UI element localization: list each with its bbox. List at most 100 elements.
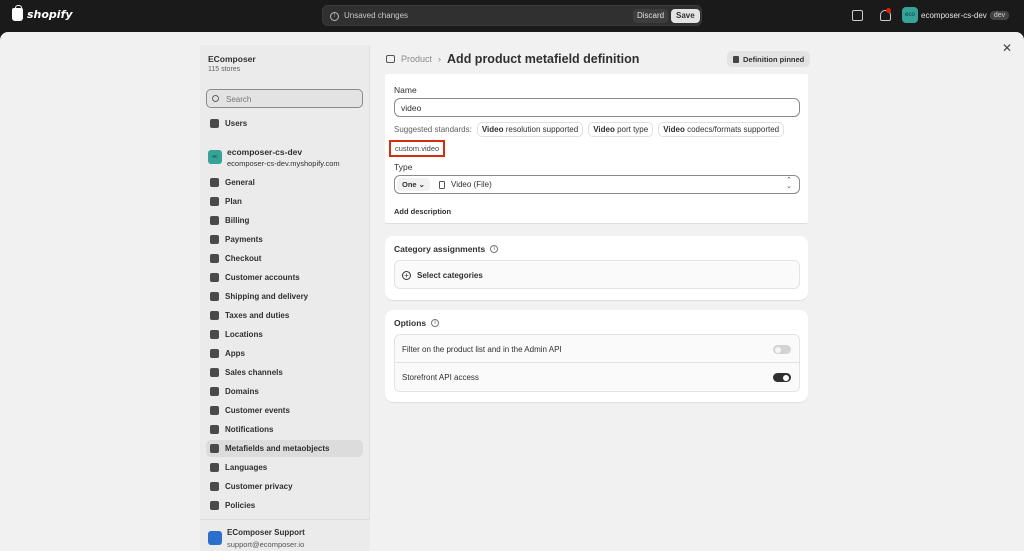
sidebar-item-label: Users bbox=[225, 119, 248, 128]
sidebar-item-locations[interactable]: Locations bbox=[206, 326, 363, 343]
add-description-button[interactable]: Add description bbox=[394, 207, 451, 216]
select-categories-button[interactable]: + Select categories bbox=[394, 260, 800, 289]
options-card: Options i Filter on the product list and… bbox=[385, 310, 808, 402]
brand-wordmark: shopify bbox=[27, 8, 73, 21]
select-arrows-icon: ⌃ ⌄ bbox=[786, 177, 792, 190]
sidebar-item-policies[interactable]: Policies bbox=[206, 497, 363, 514]
storefront-api-toggle[interactable] bbox=[773, 373, 791, 382]
suggestion-chip[interactable]: Video port type bbox=[588, 122, 654, 137]
shopify-bag-icon bbox=[12, 5, 23, 21]
sidebar-item-label: Languages bbox=[225, 463, 268, 472]
org-name[interactable]: EComposer bbox=[208, 54, 256, 64]
shopify-logo[interactable]: shopify bbox=[12, 5, 73, 21]
sidebar-item-shipping-and-delivery[interactable]: Shipping and delivery bbox=[206, 288, 363, 305]
support-email: support@ecomposer.io bbox=[227, 540, 305, 549]
add-circle-icon: + bbox=[402, 271, 411, 280]
sidebar-item-taxes-and-duties[interactable]: Taxes and duties bbox=[206, 307, 363, 324]
language-icon bbox=[210, 463, 219, 472]
account-avatar: eco bbox=[902, 7, 918, 23]
sidebar-item-customer-privacy[interactable]: Customer privacy bbox=[206, 478, 363, 495]
search-input[interactable]: Search bbox=[206, 89, 363, 108]
metafields-icon bbox=[386, 55, 395, 63]
sidebar-item-customer-events[interactable]: Customer events bbox=[206, 402, 363, 419]
sidebar-item-label: Notifications bbox=[225, 425, 274, 434]
info-icon[interactable]: i bbox=[490, 245, 499, 253]
close-icon[interactable]: ✕ bbox=[1000, 41, 1014, 55]
unsaved-changes-bar: ! Unsaved changes Discard Save bbox=[322, 5, 702, 26]
name-label: Name bbox=[394, 85, 417, 95]
file-icon bbox=[439, 181, 445, 189]
sidebar-item-plan[interactable]: Plan bbox=[206, 193, 363, 210]
sidebar-item-label: Taxes and duties bbox=[225, 311, 290, 320]
definition-card: Name video Suggested standards: Video re… bbox=[385, 74, 808, 223]
pinned-label: Definition pinned bbox=[743, 54, 805, 64]
metafields-icon bbox=[210, 444, 219, 453]
sidebar-item-payments[interactable]: Payments bbox=[206, 231, 363, 248]
options-header: Options i bbox=[394, 318, 440, 328]
sidebar-item-apps[interactable]: Apps bbox=[206, 345, 363, 362]
account-menu[interactable]: eco ecomposer-cs-dev dev bbox=[902, 7, 1010, 23]
category-title: Category assignments bbox=[394, 244, 486, 254]
account-name: ecomposer-cs-dev bbox=[921, 10, 987, 20]
discard-button[interactable]: Discard bbox=[633, 9, 669, 23]
sidebar-item-users[interactable]: Users bbox=[206, 115, 363, 132]
option-label: Filter on the product list and in the Ad… bbox=[402, 345, 562, 354]
support-logo-icon bbox=[208, 531, 222, 545]
namespace-key-highlight[interactable]: custom.video bbox=[389, 140, 446, 157]
person-icon bbox=[210, 273, 219, 282]
filter-toggle[interactable] bbox=[773, 345, 791, 354]
search-icon bbox=[212, 95, 219, 102]
plan-icon bbox=[210, 197, 219, 206]
gear-icon bbox=[210, 178, 219, 187]
top-bar: shopify ! Unsaved changes Discard Save e… bbox=[0, 0, 1024, 32]
type-count-select[interactable]: One ⌄ bbox=[397, 178, 430, 191]
pin-icon bbox=[733, 55, 739, 63]
support-contact[interactable]: EComposer Support support@ecomposer.io bbox=[200, 519, 370, 551]
save-button[interactable]: Save bbox=[671, 9, 700, 23]
sidebar-item-label: Shipping and delivery bbox=[225, 292, 309, 301]
sidebar-item-notifications[interactable]: Notifications bbox=[206, 421, 363, 438]
sidebar-item-general[interactable]: General bbox=[206, 174, 363, 191]
policies-icon bbox=[210, 501, 219, 510]
unsaved-text: Unsaved changes bbox=[344, 11, 409, 20]
sidebar-item-label: Locations bbox=[225, 330, 263, 339]
search-placeholder: Search bbox=[226, 95, 252, 104]
breadcrumb-product[interactable]: Product bbox=[401, 54, 432, 64]
sidebar-item-domains[interactable]: Domains bbox=[206, 383, 363, 400]
definition-pinned-button[interactable]: Definition pinned bbox=[727, 51, 811, 67]
store-icon[interactable] bbox=[852, 10, 863, 21]
sidebar-item-label: Metafields and metaobjects bbox=[225, 444, 330, 453]
sidebar-item-label: Apps bbox=[225, 349, 245, 358]
events-icon bbox=[210, 406, 219, 415]
suggested-standards: Suggested standards: Video resolution su… bbox=[394, 122, 785, 137]
sidebar-item-label: Checkout bbox=[225, 254, 262, 263]
sidebar-item-metafields-and-metaobjects[interactable]: Metafields and metaobjects bbox=[206, 440, 363, 457]
sidebar-item-languages[interactable]: Languages bbox=[206, 459, 363, 476]
type-select[interactable]: One ⌄ Video (File) ⌃ ⌄ bbox=[394, 175, 800, 194]
info-icon[interactable]: i bbox=[431, 319, 440, 327]
sidebar-item-label: Billing bbox=[225, 216, 250, 225]
store-domain: ecomposer-cs-dev.myshopify.com bbox=[227, 159, 340, 168]
page-title: Add product metafield definition bbox=[447, 52, 640, 66]
sidebar-item-customer-accounts[interactable]: Customer accounts bbox=[206, 269, 363, 286]
sidebar-item-label: Customer privacy bbox=[225, 482, 293, 491]
type-value: Video (File) bbox=[451, 180, 492, 189]
breadcrumb-separator: › bbox=[438, 54, 442, 64]
account-badge: dev bbox=[989, 10, 1010, 20]
category-header: Category assignments i bbox=[394, 244, 499, 254]
globe-icon bbox=[210, 387, 219, 396]
notification-dot bbox=[886, 8, 891, 13]
bell-icon bbox=[210, 425, 219, 434]
sidebar-item-billing[interactable]: Billing bbox=[206, 212, 363, 229]
suggestion-chip[interactable]: Video codecs/formats supported bbox=[658, 122, 785, 137]
sidebar-item-label: Sales channels bbox=[225, 368, 283, 377]
breadcrumb: Product › Add product metafield definiti… bbox=[386, 52, 639, 66]
payments-icon bbox=[210, 235, 219, 244]
name-field[interactable]: video bbox=[394, 98, 800, 117]
name-value: video bbox=[401, 103, 422, 113]
billing-icon bbox=[210, 216, 219, 225]
sidebar-item-sales-channels[interactable]: Sales channels bbox=[206, 364, 363, 381]
select-categories-label: Select categories bbox=[417, 271, 483, 280]
sidebar-item-checkout[interactable]: Checkout bbox=[206, 250, 363, 267]
suggestion-chip[interactable]: Video resolution supported bbox=[476, 122, 584, 137]
